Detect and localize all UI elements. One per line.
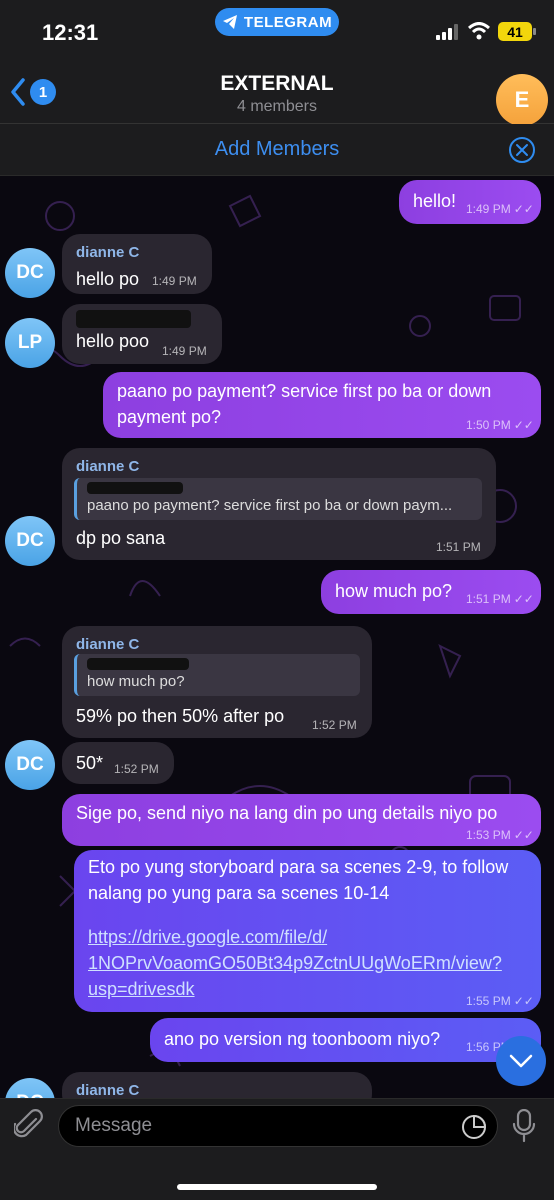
message-text: 50* [76,753,104,773]
message-text: ano po version ng toonboom niyo? [164,1029,441,1049]
message-text: hello! [413,191,457,211]
message-time: 1:51 PM [466,592,511,606]
sender-name[interactable]: dianne C [76,454,482,480]
message-text: Eto po yung storyboard para sa scenes 2-… [88,857,509,903]
redacted-reply-author [87,482,183,494]
microphone-icon[interactable] [512,1109,536,1143]
wifi-icon [468,22,490,40]
link-line[interactable]: 1NOPrvVoaomGO50Bt34p9ZctnUUgWoERm/view? [88,950,527,976]
status-time: 12:31 [42,20,99,45]
message-incoming[interactable]: dianne C [62,1072,372,1098]
message-meta: 1:49 PM [152,274,197,288]
message-list[interactable]: hello! 1:49 PM ✓✓ dianne C hello po 1:49… [0,176,554,1098]
reply-preview[interactable]: how much po? [74,654,360,696]
message-meta: 1:51 PM ✓✓ [466,592,534,606]
double-check-icon: ✓✓ [513,592,534,606]
scroll-down-button[interactable] [496,1036,546,1086]
telegram-icon [222,15,237,29]
message-time: 1:50 PM [466,418,511,432]
message-input-container[interactable] [58,1105,498,1147]
redacted-reply-author [87,658,189,670]
link-line[interactable]: usp=drivesdk [88,976,527,1002]
message-time: 1:49 PM [466,202,511,216]
chat-header: 1 EXTERNAL 4 members E [0,58,554,126]
message-time: 1:51 PM [436,540,481,554]
home-indicator [177,1184,377,1190]
message-time: 1:52 PM [114,762,159,776]
message-meta: 1:53 PM ✓✓ [466,828,534,842]
signal-icon [436,24,458,40]
chat-title[interactable]: EXTERNAL [0,72,554,96]
double-check-icon: ✓✓ [513,994,534,1008]
message-meta: 1:50 PM ✓✓ [466,418,534,432]
avatar[interactable]: DC [5,248,55,298]
add-members-bar: Add Members [0,124,554,176]
sender-name[interactable]: dianne C [76,1078,358,1098]
message-outgoing[interactable]: Eto po yung storyboard para sa scenes 2-… [74,850,541,1012]
message-meta: 1:49 PM [162,344,207,358]
status-bar: 12:31 TELEGRAM 41 [0,0,554,58]
paperclip-icon[interactable] [14,1109,44,1143]
link-line[interactable]: https://drive.google.com/file/d/ [88,924,527,950]
avatar[interactable]: DC [5,740,55,790]
message-meta: 1:49 PM ✓✓ [466,202,534,216]
avatar[interactable]: LP [5,318,55,368]
member-count: 4 members [236,98,318,115]
battery-indicator: 41 [498,22,536,41]
message-meta: 1:55 PM ✓✓ [466,994,534,1008]
reply-text: how much po? [87,673,185,690]
sticker-icon[interactable] [461,1114,487,1140]
double-check-icon: ✓✓ [513,418,534,432]
message-text: how much po? [335,581,453,601]
chevron-down-icon [509,1054,533,1068]
redacted-sender [76,310,191,328]
message-meta: 1:51 PM [436,540,481,554]
message-time: 1:52 PM [312,718,357,732]
message-time: 1:49 PM [162,344,207,358]
message-meta: 1:52 PM [312,718,357,732]
add-members-button[interactable]: Add Members [0,138,554,161]
message-text: dp po sana [76,528,166,548]
group-avatar[interactable]: E [496,74,548,126]
reply-preview[interactable]: paano po payment? service first po ba or… [74,478,482,520]
reply-text: paano po payment? service first po ba or… [87,497,453,514]
close-circle-icon[interactable] [508,136,536,164]
double-check-icon: ✓✓ [513,202,534,216]
message-input[interactable] [75,1115,435,1137]
message-text: Sige po, send niyo na lang din po ung de… [76,803,498,823]
message-link[interactable]: https://drive.google.com/file/d/ 1NOPrvV… [88,924,527,1002]
avatar[interactable]: DC [5,516,55,566]
message-time: 1:49 PM [152,274,197,288]
double-check-icon: ✓✓ [513,828,534,842]
message-time: 1:53 PM [466,828,511,842]
telegram-pill[interactable]: TELEGRAM [215,8,339,36]
app-pill-label: TELEGRAM [243,13,333,31]
message-meta: 1:52 PM [114,762,159,776]
sender-name[interactable]: dianne C [76,240,198,266]
message-time: 1:55 PM [466,994,511,1008]
message-text: paano po payment? service first po ba or… [117,381,492,427]
message-text: 59% po then 50% after po [76,706,285,726]
